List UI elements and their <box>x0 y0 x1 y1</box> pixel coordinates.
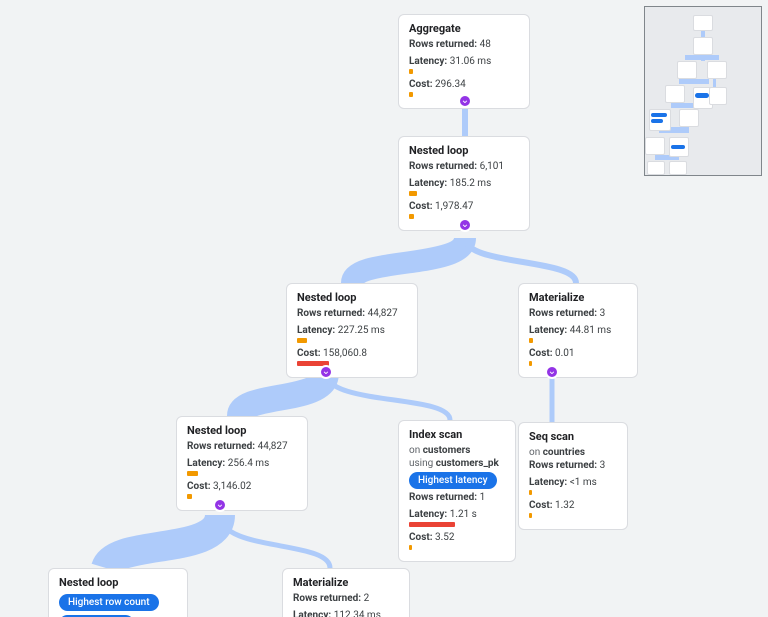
plan-node-materialize[interactable]: Materialize Rows returned: 3 Latency: 44… <box>518 283 638 378</box>
expand-toggle[interactable]: ⌄ <box>213 498 227 512</box>
badge-highest-row-count: Highest row count <box>59 594 159 611</box>
cost-bar <box>409 92 413 97</box>
query-plan-canvas[interactable]: Aggregate Rows returned: 48 Latency: 31.… <box>0 0 768 617</box>
plan-node-nested-loop-bottom[interactable]: Nested loop Highest row count Highest co… <box>48 568 188 617</box>
plan-node-nested-loop[interactable]: Nested loop Rows returned: 44,827 Latenc… <box>286 283 418 378</box>
badge-highest-latency: Highest latency <box>409 472 497 489</box>
plan-node-seq-scan[interactable]: Seq scan on countries Rows returned: 3 L… <box>518 422 628 530</box>
expand-toggle[interactable]: ⌄ <box>458 218 472 232</box>
node-title: Aggregate <box>409 22 519 36</box>
latency-bar <box>409 69 413 74</box>
plan-node-materialize-bottom[interactable]: Materialize Rows returned: 2 Latency: 11… <box>282 568 410 617</box>
plan-node-nested-loop[interactable]: Nested loop Rows returned: 6,101 Latency… <box>398 136 530 231</box>
expand-toggle[interactable]: ⌄ <box>319 365 333 379</box>
expand-toggle[interactable]: ⌄ <box>545 365 559 379</box>
plan-node-nested-loop[interactable]: Nested loop Rows returned: 44,827 Latenc… <box>176 416 308 511</box>
plan-node-index-scan[interactable]: Index scan on customers using customers_… <box>398 420 516 562</box>
expand-toggle[interactable]: ⌄ <box>458 94 472 108</box>
minimap[interactable] <box>644 6 762 176</box>
